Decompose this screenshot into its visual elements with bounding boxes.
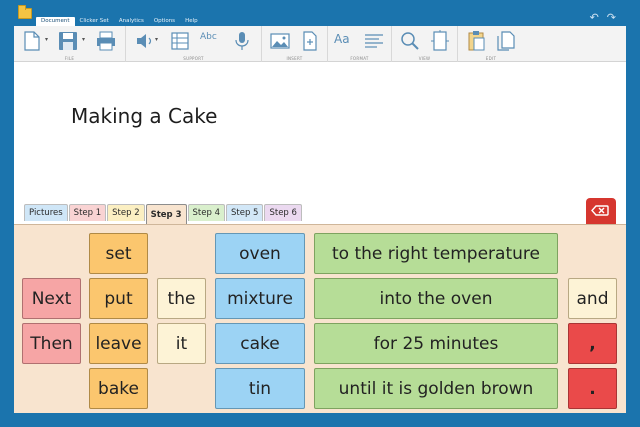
backspace-icon: [591, 205, 609, 216]
new-document-icon[interactable]: [20, 30, 44, 52]
ribbon-group-label: SUPPORT: [183, 56, 204, 61]
grid-cell-oven[interactable]: oven: [215, 233, 305, 274]
page-view-icon[interactable]: [428, 30, 452, 52]
grid-cell-then[interactable]: Then: [22, 323, 81, 364]
title-bar: Document Clicker Set Analytics Options H…: [0, 0, 640, 26]
ribbon-group-label: INSERT: [286, 56, 303, 61]
grid-cell-phrase[interactable]: until it is golden brown: [314, 368, 558, 409]
tab-step-4[interactable]: Step 4: [187, 204, 225, 221]
grid-cell-set[interactable]: set: [89, 233, 148, 274]
document-text: Making a Cake: [71, 104, 218, 128]
microphone-icon[interactable]: [230, 30, 254, 52]
grid-cell-full-stop[interactable]: .: [568, 368, 617, 409]
ribbon-group-edit: EDIT: [458, 26, 524, 62]
grid-cell-it[interactable]: it: [157, 323, 206, 364]
paragraph-icon[interactable]: [362, 30, 386, 52]
ribbon-group-format: Aa FORMAT: [328, 26, 392, 62]
word-grid-icon[interactable]: [168, 30, 192, 52]
spellcheck-icon[interactable]: Abc: [200, 32, 217, 42]
menu-document[interactable]: Document: [36, 17, 75, 26]
ribbon-group-label: FORMAT: [350, 56, 369, 61]
redo-icon[interactable]: ↷: [607, 12, 616, 23]
grid-cell-next[interactable]: Next: [22, 278, 81, 319]
paste-icon[interactable]: [464, 30, 488, 52]
save-dropdown-icon[interactable]: ▾: [82, 36, 85, 43]
grid-cell-phrase[interactable]: into the oven: [314, 278, 558, 319]
save-icon[interactable]: [56, 30, 80, 52]
grid-cell-put[interactable]: put: [89, 278, 148, 319]
insert-page-icon[interactable]: [298, 30, 322, 52]
insert-picture-icon[interactable]: [268, 30, 292, 52]
ribbon-group-support: ▾ Abc SUPPORT: [126, 26, 262, 62]
new-dropdown-icon[interactable]: ▾: [45, 36, 48, 43]
grid-cell-tin[interactable]: tin: [215, 368, 305, 409]
ribbon-group-view: VIEW: [392, 26, 458, 62]
tab-pictures[interactable]: Pictures: [24, 204, 68, 221]
menu-help[interactable]: Help: [180, 17, 203, 26]
grid-tabs: Pictures Step 1 Step 2 Step 3 Step 4 Ste…: [24, 204, 302, 224]
tab-step-5[interactable]: Step 5: [226, 204, 264, 221]
delete-word-button[interactable]: [586, 198, 616, 224]
ribbon-group-label: FILE: [64, 56, 75, 61]
grid-cell-phrase[interactable]: to the right temperature: [314, 233, 558, 274]
grid-cell-mixture[interactable]: mixture: [215, 278, 305, 319]
clicker-grid: Next Then set put leave bake the it oven…: [14, 224, 626, 413]
tab-step-6[interactable]: Step 6: [264, 204, 302, 221]
ribbon-toolbar: ▾ ▾ FILE ▾ Abc SUPPORT INSERT Aa FORMAT …: [14, 26, 626, 62]
copy-icon[interactable]: [494, 30, 518, 52]
ribbon-group-label: VIEW: [418, 56, 431, 61]
menu-analytics[interactable]: Analytics: [114, 17, 149, 26]
grid-cell-and[interactable]: and: [568, 278, 617, 319]
menu-clicker-set[interactable]: Clicker Set: [75, 17, 114, 26]
tab-step-1[interactable]: Step 1: [68, 204, 107, 221]
ribbon-group-file: ▾ ▾ FILE: [14, 26, 126, 62]
grid-cell-comma[interactable]: ,: [568, 323, 617, 364]
tab-step-2[interactable]: Step 2: [107, 204, 145, 221]
document-area[interactable]: Making a Cake: [14, 62, 626, 204]
grid-cell-bake[interactable]: bake: [89, 368, 148, 409]
grid-cell-phrase[interactable]: for 25 minutes: [314, 323, 558, 364]
grid-cell-leave[interactable]: leave: [89, 323, 148, 364]
speaker-dropdown-icon[interactable]: ▾: [155, 36, 158, 43]
grid-cell-the[interactable]: the: [157, 278, 206, 319]
ribbon-group-label: EDIT: [485, 56, 497, 61]
tab-step-3[interactable]: Step 3: [145, 204, 187, 224]
grid-tab-strip: Pictures Step 1 Step 2 Step 3 Step 4 Ste…: [14, 198, 626, 224]
menu-options[interactable]: Options: [149, 17, 180, 26]
folder-icon[interactable]: [18, 5, 32, 19]
grid-cell-cake[interactable]: cake: [215, 323, 305, 364]
ribbon-group-insert: INSERT: [262, 26, 328, 62]
menu-bar: Document Clicker Set Analytics Options H…: [36, 17, 203, 26]
font-icon[interactable]: Aa: [334, 32, 350, 46]
undo-icon[interactable]: ↶: [590, 12, 599, 23]
print-icon[interactable]: [94, 30, 118, 52]
speaker-icon[interactable]: [132, 30, 156, 52]
zoom-icon[interactable]: [398, 30, 422, 52]
